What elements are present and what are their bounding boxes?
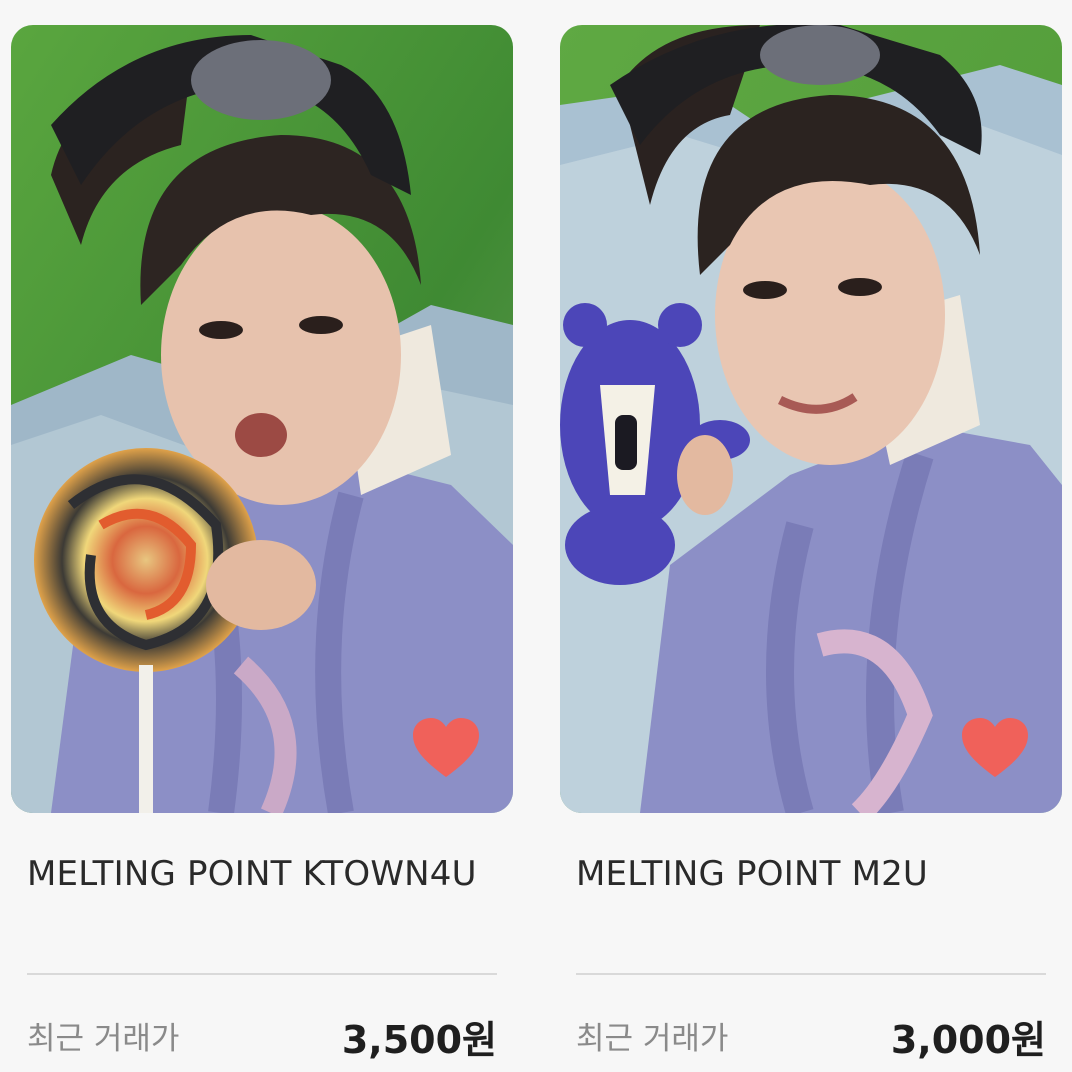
product-title[interactable]: MELTING POINT M2U [576, 849, 1046, 899]
recent-price-label: 최근 거래가 [576, 1021, 729, 1057]
like-heart-icon[interactable] [960, 717, 1030, 779]
product-photo[interactable] [11, 25, 513, 813]
like-heart-icon[interactable] [411, 717, 481, 779]
product-photo[interactable] [560, 25, 1062, 813]
divider [27, 973, 497, 975]
product-title[interactable]: MELTING POINT KTOWN4U [27, 849, 497, 899]
divider [576, 973, 1046, 975]
product-card[interactable]: MELTING POINT KTOWN4U 최근 거래가 3,500원 [11, 25, 513, 1072]
photocard-image [11, 25, 513, 813]
photocard-image [560, 25, 1062, 813]
recent-price-value: 3,000원 [890, 1018, 1046, 1062]
recent-price-label: 최근 거래가 [27, 1021, 180, 1057]
recent-price-value: 3,500원 [341, 1018, 497, 1062]
product-card[interactable]: MELTING POINT M2U 최근 거래가 3,000원 [560, 25, 1062, 1072]
